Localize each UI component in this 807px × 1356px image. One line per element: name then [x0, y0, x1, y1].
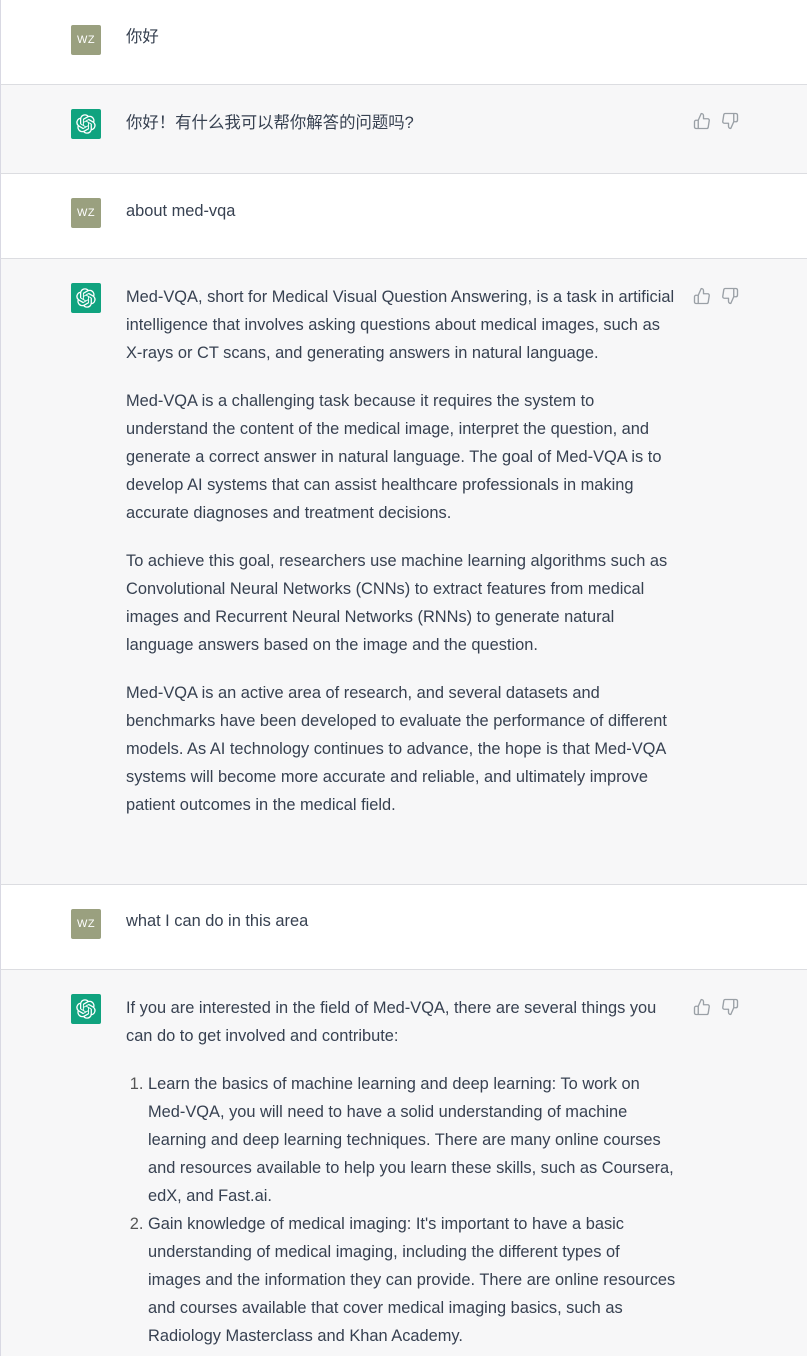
chat-thread: WZ 你好 你好！有什么我可以帮你解答的问题吗? WZ about med-vq…	[0, 0, 807, 1356]
user-avatar: WZ	[71, 909, 101, 939]
message-text: Med-VQA, short for Medical Visual Questi…	[126, 283, 676, 819]
thumbs-down-icon	[721, 287, 739, 305]
numbered-list: Learn the basics of machine learning and…	[126, 1070, 676, 1350]
message-paragraph: Med-VQA is an active area of research, a…	[126, 684, 667, 814]
message-text: about med-vqa	[126, 202, 236, 220]
message-text: 你好	[126, 28, 159, 46]
thumbs-up-button[interactable]	[693, 111, 711, 129]
thumbs-down-button[interactable]	[721, 997, 739, 1015]
message-paragraph: If you are interested in the field of Me…	[126, 999, 657, 1045]
message-text: what I can do in this area	[126, 912, 309, 930]
thumbs-down-button[interactable]	[721, 111, 739, 129]
assistant-message: If you are interested in the field of Me…	[0, 970, 807, 1356]
assistant-message: 你好！有什么我可以帮你解答的问题吗?	[0, 85, 807, 174]
message-text: If you are interested in the field of Me…	[126, 994, 676, 1350]
thumbs-down-icon	[721, 112, 739, 130]
feedback-buttons	[693, 111, 739, 129]
assistant-avatar	[71, 994, 101, 1024]
thumbs-up-icon	[693, 112, 711, 130]
thumbs-up-icon	[693, 998, 711, 1016]
openai-logo-icon	[76, 999, 96, 1019]
user-avatar: WZ	[71, 25, 101, 55]
user-avatar-initials: WZ	[76, 917, 96, 930]
thumbs-up-button[interactable]	[693, 997, 711, 1015]
thumbs-down-button[interactable]	[721, 286, 739, 304]
thumbs-up-icon	[693, 287, 711, 305]
assistant-message: Med-VQA, short for Medical Visual Questi…	[0, 259, 807, 885]
user-avatar-initials: WZ	[76, 33, 96, 46]
message-paragraph: To achieve this goal, researchers use ma…	[126, 552, 668, 654]
list-item: Gain knowledge of medical imaging: It's …	[148, 1210, 676, 1350]
openai-logo-icon	[76, 288, 96, 308]
message-text: 你好！有什么我可以帮你解答的问题吗?	[126, 114, 414, 132]
thumbs-down-icon	[721, 998, 739, 1016]
message-paragraph: Med-VQA, short for Medical Visual Questi…	[126, 288, 675, 362]
user-message: WZ what I can do in this area	[0, 885, 807, 970]
user-message: WZ 你好	[0, 0, 807, 85]
list-item: Learn the basics of machine learning and…	[148, 1070, 676, 1210]
user-avatar-initials: WZ	[76, 206, 96, 219]
user-avatar: WZ	[71, 198, 101, 228]
user-message: WZ about med-vqa	[0, 174, 807, 259]
thumbs-up-button[interactable]	[693, 286, 711, 304]
feedback-buttons	[693, 286, 739, 304]
message-paragraph: Med-VQA is a challenging task because it…	[126, 392, 662, 522]
assistant-avatar	[71, 283, 101, 313]
openai-logo-icon	[76, 114, 96, 134]
assistant-avatar	[71, 109, 101, 139]
feedback-buttons	[693, 997, 739, 1015]
